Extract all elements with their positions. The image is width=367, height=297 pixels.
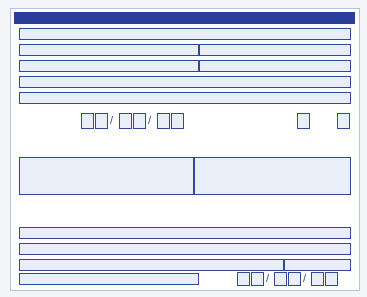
sec2-date-box-2[interactable] [251,272,264,286]
date-separator: / [266,273,270,285]
form-banner [14,12,355,24]
field-row-1[interactable] [19,28,351,40]
date-box-4[interactable] [133,113,146,129]
date-separator: / [148,115,152,127]
sec2-date-box-3[interactable] [274,272,287,286]
field-row-2a[interactable] [19,44,199,56]
side-box-a[interactable] [297,113,310,129]
date-separator: / [303,273,307,285]
sec2-field-row-1[interactable] [19,227,351,239]
right-panel[interactable] [194,157,351,195]
sec2-field-row-2[interactable] [19,243,351,255]
field-row-2b[interactable] [199,44,351,56]
sec2-field-row-3a[interactable] [19,259,284,271]
membership-form: / / / / [10,8,360,291]
date-box-6[interactable] [171,113,184,129]
left-panel[interactable] [19,157,194,195]
sec2-date-box-6[interactable] [325,272,338,286]
field-row-4[interactable] [19,76,351,88]
sec2-field-row-3b[interactable] [284,259,351,271]
side-box-b[interactable] [337,113,350,129]
field-row-3a[interactable] [19,60,199,72]
field-row-5[interactable] [19,92,351,104]
sec2-date-box-4[interactable] [288,272,301,286]
date-box-1[interactable] [81,113,94,129]
field-row-3b[interactable] [199,60,351,72]
sec2-field-row-4a[interactable] [19,273,199,285]
sec2-date-box-1[interactable] [237,272,250,286]
date-box-2[interactable] [95,113,108,129]
sec2-date-box-5[interactable] [311,272,324,286]
date-box-5[interactable] [157,113,170,129]
date-box-3[interactable] [119,113,132,129]
date-separator: / [110,115,114,127]
